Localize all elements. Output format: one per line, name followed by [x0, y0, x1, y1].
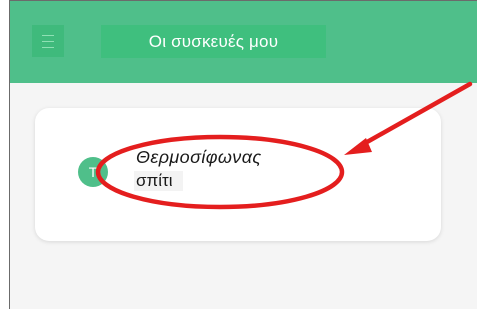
app-header: Οι συσκευές μου — [10, 1, 477, 83]
hamburger-menu-icon — [42, 34, 54, 36]
device-location: σπίτι — [134, 171, 183, 191]
device-card[interactable]: Τ Θερμοσίφωνας σπίτι — [35, 108, 441, 241]
device-name[interactable]: Θερμοσίφωνας — [134, 147, 264, 168]
page-title: Οι συσκευές μου — [101, 25, 326, 58]
hamburger-menu-icon-line-2 — [42, 40, 54, 42]
device-avatar: Τ — [78, 157, 108, 187]
menu-button[interactable] — [32, 25, 64, 57]
hamburger-menu-icon-line-3 — [42, 46, 54, 48]
